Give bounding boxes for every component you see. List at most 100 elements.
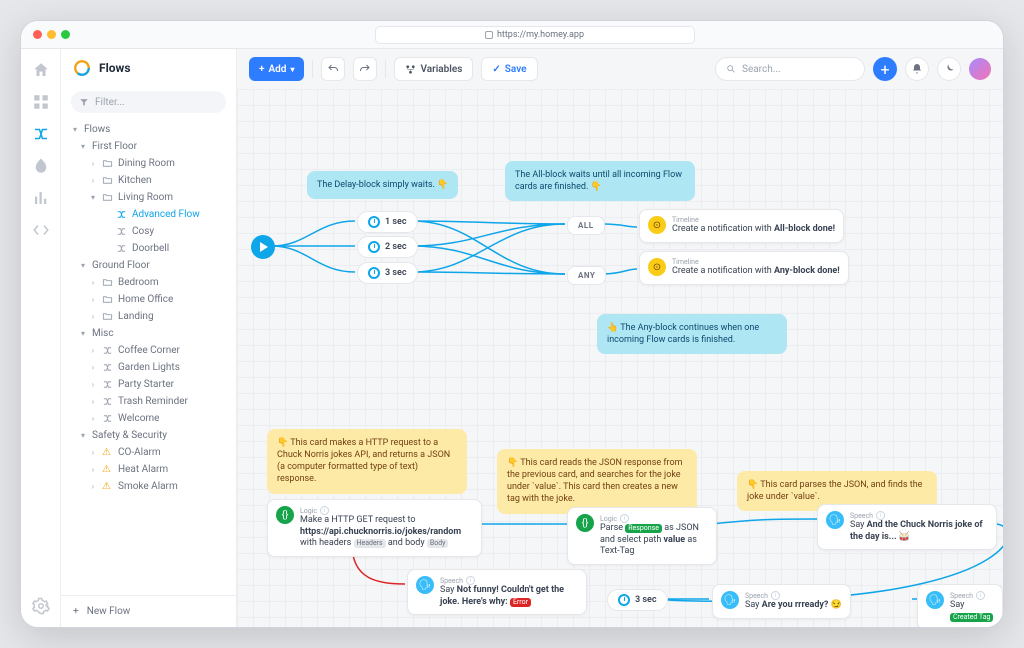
advanced-flow-icon [116,226,127,237]
tree-item[interactable]: ›⚠CO-Alarm [61,444,236,461]
caret-icon: › [89,363,97,372]
tree-item[interactable]: ▾Misc [61,325,236,342]
redo-button[interactable] [353,57,377,81]
tree-label: Advanced Flow [132,209,200,220]
undo-button[interactable] [321,57,345,81]
address-bar[interactable]: https://my.homey.app [375,26,695,44]
note-any[interactable]: 👆 The Any-block continues when one incom… [597,314,787,354]
folder-icon [102,175,113,186]
warning-icon: ⚠ [102,447,113,458]
minimize-icon[interactable] [47,30,56,39]
home-icon[interactable] [32,61,50,79]
tree-label: Bedroom [118,277,159,288]
caret-icon: › [89,346,97,355]
card-say-tag[interactable]: 🗣 SpeechiSay Created Tag [917,584,1003,627]
speech-icon: 🗣 [721,591,739,609]
note-all[interactable]: The All-block waits until all incoming F… [505,161,695,201]
notifications-button[interactable] [905,57,929,81]
tree-item[interactable]: ›⚠Smoke Alarm [61,478,236,495]
tree-label: Welcome [118,413,159,424]
caret-icon: › [89,414,97,423]
nav-rail [21,49,61,627]
clock-icon [368,216,380,228]
flows-icon[interactable] [32,125,50,143]
flow-canvas[interactable]: The Delay-block simply waits. 👇 The All-… [237,89,1003,627]
energy-icon[interactable] [32,157,50,175]
caret-icon: › [89,278,97,287]
tree-item[interactable]: ▾Living Room [61,189,236,206]
tree-item[interactable]: Doorbell [61,240,236,257]
theme-toggle[interactable] [937,57,961,81]
note-http[interactable]: 👇 This card makes a HTTP request to a Ch… [267,429,467,494]
browser-bar: https://my.homey.app [21,21,1003,49]
search-input[interactable]: Search... [715,57,865,81]
tree-item[interactable]: ›Landing [61,308,236,325]
caret-icon: › [89,465,97,474]
logic-icon: {} [576,514,594,532]
advanced-flow-icon [102,345,113,356]
tree-item[interactable]: ›Trash Reminder [61,393,236,410]
insights-icon[interactable] [32,189,50,207]
tree-item[interactable]: ›Home Office [61,291,236,308]
add-button[interactable]: +Add▾ [249,57,304,81]
card-say-ready[interactable]: 🗣 SpeechiSay Are you rrready? 😏 [712,584,851,619]
advanced-flow-icon [116,209,127,220]
redo-icon [359,63,371,75]
folder-icon [102,277,113,288]
script-icon[interactable] [32,221,50,239]
tree-label: Heat Alarm [118,464,168,475]
tree-label: CO-Alarm [118,447,161,458]
maximize-icon[interactable] [61,30,70,39]
info-icon: i [320,506,329,515]
tree-item[interactable]: ›Kitchen [61,172,236,189]
tree-item[interactable]: Cosy [61,223,236,240]
note-delay[interactable]: The Delay-block simply waits. 👇 [307,171,458,199]
folder-icon [102,311,113,322]
tree-item[interactable]: ▾Ground Floor [61,257,236,274]
new-flow-button[interactable]: + New Flow [61,595,236,627]
card-all-notification[interactable]: ⊙ TimelineCreate a notification with All… [639,209,844,243]
delay-2[interactable]: 2 sec [357,236,418,258]
tree-item[interactable]: ›Garden Lights [61,359,236,376]
caret-icon: › [89,312,97,321]
card-say-error[interactable]: 🗣 SpeechiSay Not funny! Couldn't get the… [407,569,587,615]
card-say-joke[interactable]: 🗣 SpeechiSay And the Chuck Norris joke o… [817,504,997,550]
gate-any[interactable]: ANY [567,266,606,285]
tree-item[interactable]: ›Coffee Corner [61,342,236,359]
caret-icon: › [89,380,97,389]
card-parse[interactable]: {} LogiciParse Response as JSON and sele… [567,507,717,565]
delay-1[interactable]: 1 sec [357,211,418,233]
tree-item[interactable]: Advanced Flow [61,206,236,223]
traffic-lights [33,30,70,39]
settings-icon[interactable] [32,597,50,615]
card-http[interactable]: {} LogiciMake a HTTP GET request to http… [267,499,482,557]
lock-icon [485,31,493,39]
url-text: https://my.homey.app [497,30,584,40]
gate-all[interactable]: ALL [567,216,605,235]
tree-item[interactable]: ›Party Starter [61,376,236,393]
tree-item[interactable]: ›⚠Heat Alarm [61,461,236,478]
speech-icon: 🗣 [926,591,944,609]
tree-item[interactable]: › Bedroom [61,274,236,291]
start-node[interactable] [251,235,275,259]
tree-label: Ground Floor [92,260,150,271]
grid-icon[interactable] [32,93,50,111]
filter-input[interactable]: Filter... [71,91,226,113]
tree-label: Trash Reminder [118,396,188,407]
toolbar: +Add▾ Variables ✓Save Search... + [237,49,1003,89]
close-icon[interactable] [33,30,42,39]
tree-item[interactable]: ▾Safety & Security [61,427,236,444]
tree-item[interactable]: ▾Flows [61,121,236,138]
variables-button[interactable]: Variables [394,57,473,81]
note-parse[interactable]: 👇 This card reads the JSON response from… [497,449,697,514]
save-button[interactable]: ✓Save [481,57,537,81]
card-any-notification[interactable]: ⊙ TimelineCreate a notification with Any… [639,251,849,285]
tree-item[interactable]: ▾First Floor [61,138,236,155]
tree-item[interactable]: › Welcome [61,410,236,427]
avatar[interactable] [969,58,991,80]
tree-item[interactable]: ›Dining Room [61,155,236,172]
tree-label: Safety & Security [92,430,167,441]
speech-icon: 🗣 [416,576,434,594]
add-fab[interactable]: + [873,57,897,81]
delay-3[interactable]: 3 sec [357,262,418,284]
